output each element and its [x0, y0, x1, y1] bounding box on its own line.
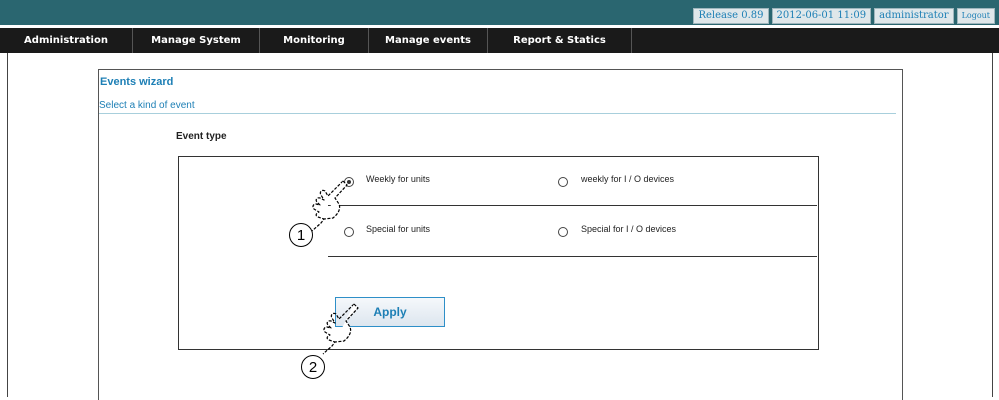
wizard-subtitle: Select a kind of event: [99, 100, 195, 111]
top-status-bar: Release 0.89 2012-06-01 11:09 administra…: [0, 0, 999, 25]
row-divider: [328, 256, 817, 257]
nav-monitoring[interactable]: Monitoring: [260, 28, 369, 53]
pointing-hand-icon: [322, 303, 359, 355]
main-nav: Administration Manage System Monitoring …: [0, 28, 999, 53]
logout-button[interactable]: Logout: [956, 8, 995, 24]
radio-weekly-io[interactable]: [558, 177, 568, 187]
callout-number: 1: [289, 223, 313, 247]
topbar-items: Release 0.89 2012-06-01 11:09 administra…: [693, 8, 995, 24]
event-type-box: [178, 156, 819, 350]
radio-special-io[interactable]: [558, 227, 568, 237]
event-type-label: Event type: [176, 131, 227, 142]
nav-report-statics[interactable]: Report & Statics: [488, 28, 632, 53]
callout-number: 2: [301, 355, 325, 379]
datetime-badge: 2012-06-01 11:09: [771, 8, 872, 24]
option-label: Special for units: [366, 224, 431, 234]
option-label: Special for I / O devices: [581, 224, 677, 234]
nav-manage-system[interactable]: Manage System: [133, 28, 260, 53]
option-label: weekly for I / O devices: [581, 174, 675, 184]
wizard-title: Events wizard: [100, 76, 174, 88]
row-divider: [328, 205, 817, 206]
user-badge[interactable]: administrator: [874, 8, 954, 24]
option-label: Weekly for units: [366, 174, 430, 184]
release-badge: Release 0.89: [693, 8, 769, 24]
subtitle-divider: [99, 113, 896, 114]
nav-administration[interactable]: Administration: [0, 28, 133, 53]
nav-manage-events[interactable]: Manage events: [369, 28, 488, 53]
